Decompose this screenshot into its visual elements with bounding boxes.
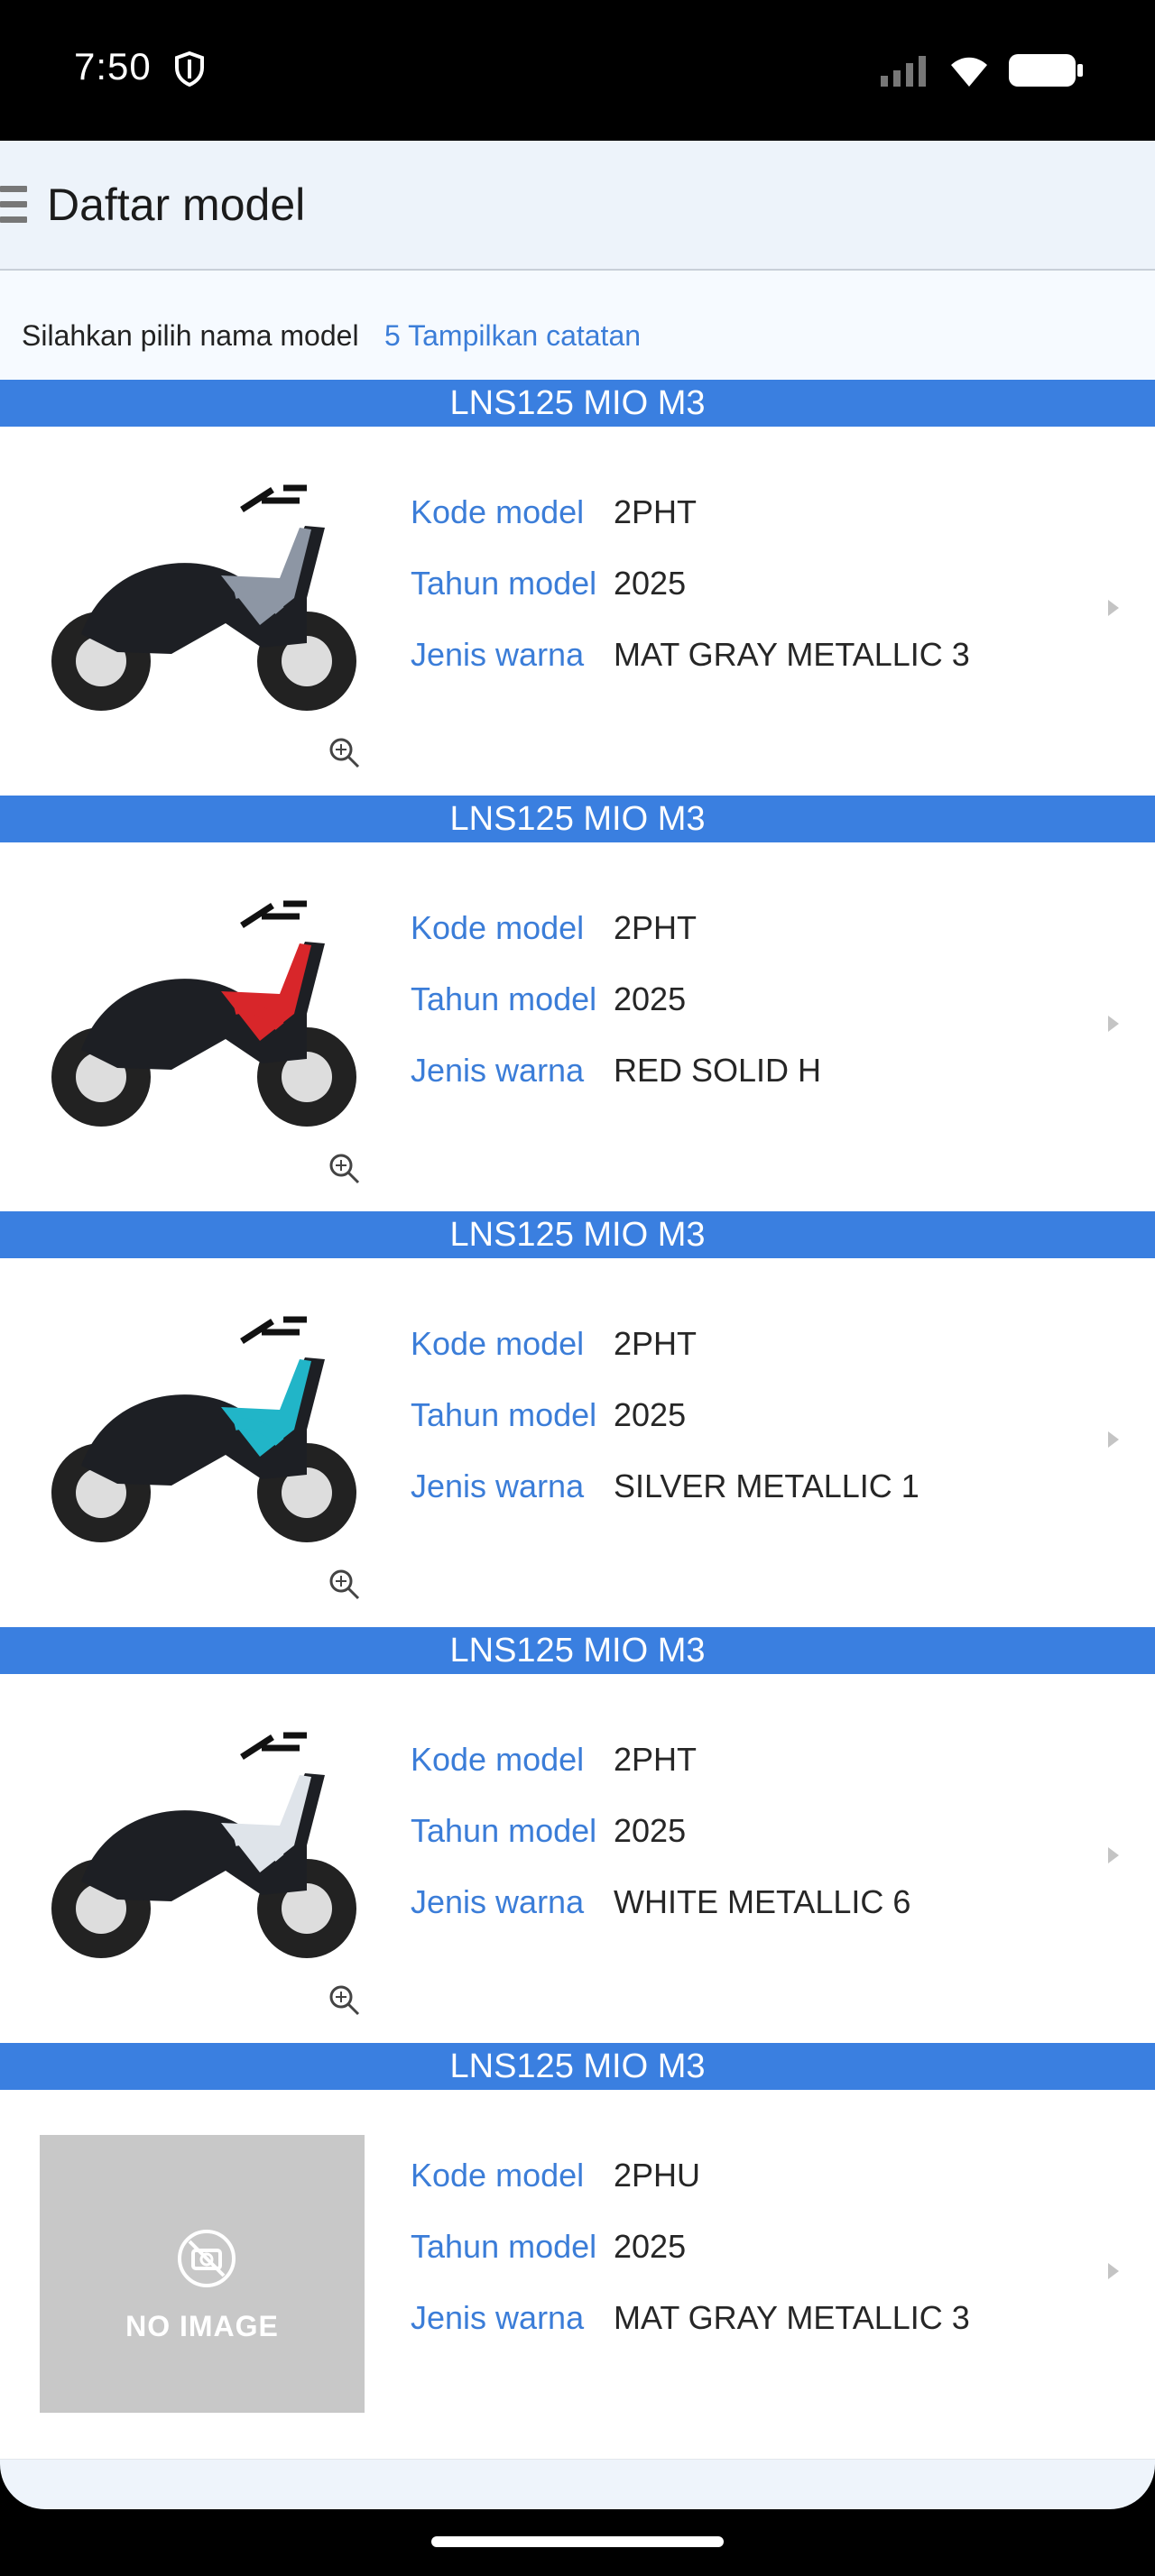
no-image-text: NO IMAGE — [125, 2310, 279, 2342]
no-image-placeholder: NO IMAGE — [40, 2135, 365, 2413]
label-color-type: Jenis warna — [411, 1051, 585, 1089]
chevron-right-icon[interactable] — [1108, 1847, 1119, 1863]
model-info: Kode model 2PHT Tahun model 2025 Jenis w… — [411, 892, 821, 1106]
value-color-type: SILVER METALLIC 1 — [614, 1467, 919, 1504]
camera-off-icon — [178, 2230, 236, 2287]
model-name: LNS125 MIO M3 — [0, 380, 1155, 427]
shield-icon — [175, 51, 204, 87]
model-item[interactable]: LNS125 MIO M3 Kode model 2PHT Tahun mode… — [0, 1211, 1155, 1628]
model-year-row: Tahun model 2025 — [411, 547, 970, 619]
scooter-image[interactable] — [36, 1710, 361, 1990]
model-code-row: Kode model 2PHU — [411, 2139, 970, 2211]
model-year-row: Tahun model 2025 — [411, 1795, 910, 1866]
battery-icon — [1009, 54, 1083, 87]
label-model-code: Kode model — [411, 908, 585, 946]
color-type-row: Jenis warna SILVER METALLIC 1 — [411, 1450, 919, 1522]
model-code-row: Kode model 2PHT — [411, 476, 970, 547]
color-type-row: Jenis warna MAT GRAY METALLIC 3 — [411, 619, 970, 690]
model-code-row: Kode model 2PHT — [411, 1724, 910, 1795]
model-body[interactable]: Kode model 2PHT Tahun model 2025 Jenis w… — [0, 1258, 1155, 1628]
value-model-year: 2025 — [614, 1811, 687, 1849]
chevron-right-icon[interactable] — [1108, 1016, 1119, 1032]
value-color-type: WHITE METALLIC 6 — [614, 1882, 911, 1920]
label-model-code: Kode model — [411, 1740, 585, 1778]
model-info: Kode model 2PHT Tahun model 2025 Jenis w… — [411, 1308, 919, 1522]
value-color-type: MAT GRAY METALLIC 3 — [614, 2298, 970, 2336]
model-info: Kode model 2PHT Tahun model 2025 Jenis w… — [411, 476, 970, 690]
label-model-code: Kode model — [411, 2156, 585, 2194]
page-title: Daftar model — [47, 179, 306, 230]
color-type-row: Jenis warna WHITE METALLIC 6 — [411, 1866, 910, 1937]
model-body[interactable]: NO IMAGE Kode model 2PHU Tahun model 202… — [0, 2090, 1155, 2460]
zoom-icon[interactable] — [327, 735, 363, 771]
model-year-row: Tahun model 2025 — [411, 963, 821, 1035]
scooter-image[interactable] — [36, 879, 361, 1158]
model-item[interactable]: LNS125 MIO M3 Kode model 2PHT Tahun mode… — [0, 380, 1155, 796]
model-item[interactable]: LNS125 MIO M3 Kode model 2PHT Tahun mode… — [0, 796, 1155, 1212]
model-year-row: Tahun model 2025 — [411, 1379, 919, 1450]
model-info: Kode model 2PHU Tahun model 2025 Jenis w… — [411, 2139, 970, 2353]
model-name: LNS125 MIO M3 — [0, 1627, 1155, 1674]
value-model-year: 2025 — [614, 980, 687, 1017]
label-color-type: Jenis warna — [411, 635, 585, 673]
model-name: LNS125 MIO M3 — [0, 796, 1155, 842]
label-color-type: Jenis warna — [411, 1467, 585, 1504]
label-model-year: Tahun model — [411, 1811, 597, 1849]
label-color-type: Jenis warna — [411, 2298, 585, 2336]
model-code-row: Kode model 2PHT — [411, 892, 821, 963]
color-type-row: Jenis warna MAT GRAY METALLIC 3 — [411, 2282, 970, 2353]
value-model-code: 2PHT — [614, 492, 698, 530]
selection-instruction: Silahkan pilih nama model — [22, 319, 359, 352]
chevron-right-icon[interactable] — [1108, 1431, 1119, 1448]
value-model-year: 2025 — [614, 564, 687, 602]
value-model-year: 2025 — [614, 1395, 687, 1433]
model-year-row: Tahun model 2025 — [411, 2211, 970, 2282]
home-indicator[interactable] — [431, 2536, 724, 2547]
label-model-year: Tahun model — [411, 564, 597, 602]
status-time: 7:50 — [74, 45, 152, 87]
model-code-row: Kode model 2PHT — [411, 1308, 919, 1379]
value-model-code: 2PHT — [614, 1740, 698, 1778]
signal-icon — [881, 56, 926, 87]
model-name: LNS125 MIO M3 — [0, 1211, 1155, 1258]
model-body[interactable]: Kode model 2PHT Tahun model 2025 Jenis w… — [0, 427, 1155, 796]
value-color-type: MAT GRAY METALLIC 3 — [614, 635, 970, 673]
chevron-right-icon[interactable] — [1108, 600, 1119, 616]
model-info: Kode model 2PHT Tahun model 2025 Jenis w… — [411, 1724, 910, 1937]
show-records-link[interactable]: 5 Tampilkan catatan — [384, 319, 641, 353]
model-body[interactable]: Kode model 2PHT Tahun model 2025 Jenis w… — [0, 842, 1155, 1212]
label-model-code: Kode model — [411, 492, 585, 530]
scooter-image[interactable] — [36, 1294, 361, 1574]
model-list: LNS125 MIO M3 Kode model 2PHT Tahun mode… — [0, 380, 1155, 2460]
menu-icon[interactable] — [0, 186, 27, 224]
selection-bar: Silahkan pilih nama model 5 Tampilkan ca… — [0, 271, 1155, 381]
app-screen: Daftar model Silahkan pilih nama model 5… — [0, 141, 1155, 2509]
color-type-row: Jenis warna RED SOLID H — [411, 1035, 821, 1106]
value-model-year: 2025 — [614, 2227, 687, 2265]
status-bar: 7:50 — [0, 0, 1155, 141]
model-item[interactable]: LNS125 MIO M3 NO IMAGE Kode model 2PHU T… — [0, 2043, 1155, 2460]
label-model-year: Tahun model — [411, 980, 597, 1017]
zoom-icon[interactable] — [327, 1983, 363, 2019]
value-model-code: 2PHT — [614, 908, 698, 946]
model-item[interactable]: LNS125 MIO M3 Kode model 2PHT Tahun mode… — [0, 1627, 1155, 2044]
label-model-year: Tahun model — [411, 2227, 597, 2265]
zoom-icon[interactable] — [327, 1151, 363, 1187]
wifi-icon — [951, 57, 987, 87]
value-model-code: 2PHU — [614, 2156, 701, 2194]
app-header: Daftar model — [0, 141, 1155, 271]
value-color-type: RED SOLID H — [614, 1051, 822, 1089]
value-model-code: 2PHT — [614, 1324, 698, 1362]
model-name: LNS125 MIO M3 — [0, 2043, 1155, 2090]
chevron-right-icon[interactable] — [1108, 2263, 1119, 2279]
scooter-image[interactable] — [36, 463, 361, 742]
zoom-icon[interactable] — [327, 1567, 363, 1603]
label-color-type: Jenis warna — [411, 1882, 585, 1920]
label-model-year: Tahun model — [411, 1395, 597, 1433]
model-body[interactable]: Kode model 2PHT Tahun model 2025 Jenis w… — [0, 1674, 1155, 2044]
label-model-code: Kode model — [411, 1324, 585, 1362]
